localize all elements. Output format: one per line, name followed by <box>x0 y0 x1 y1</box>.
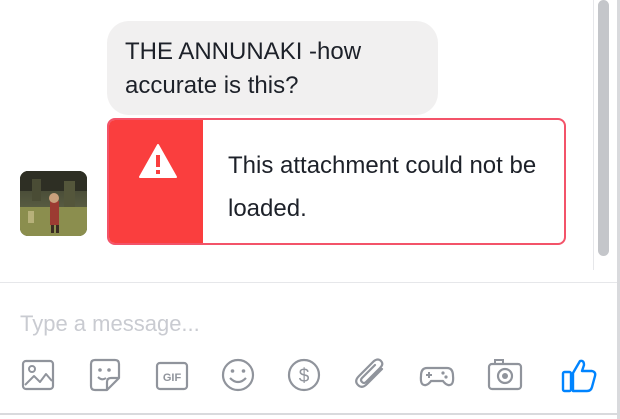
photo-icon[interactable] <box>20 356 58 394</box>
gif-icon[interactable]: GIF <box>153 356 191 394</box>
composer-separator <box>0 282 617 283</box>
message-text: THE ANNUNAKI -how accurate is this? <box>125 38 362 99</box>
composer-toolbar: GIF $ <box>0 350 620 410</box>
message-bubble[interactable]: THE ANNUNAKI -how accurate is this? <box>107 21 438 115</box>
camera-icon[interactable] <box>486 356 524 394</box>
avatar[interactable] <box>20 171 87 236</box>
attachment-error-text: This attachment could not be loaded. <box>228 152 537 222</box>
sticker-icon[interactable] <box>86 356 124 394</box>
game-icon[interactable] <box>418 356 456 394</box>
error-icon-panel <box>109 120 203 243</box>
scrollbar-thumb[interactable] <box>598 0 609 256</box>
gif-icon-label: GIF <box>163 372 182 384</box>
chat-window: THE ANNUNAKI -how accurate is this? This… <box>0 0 620 419</box>
attachment-error-card[interactable]: This attachment could not be loaded. <box>107 118 566 245</box>
payment-icon-label: $ <box>299 366 310 387</box>
attachment-icon[interactable] <box>352 356 390 394</box>
warning-icon <box>139 144 177 178</box>
window-bottom-border <box>0 413 620 415</box>
message-input[interactable] <box>20 309 580 339</box>
payment-icon[interactable]: $ <box>285 356 323 394</box>
emoji-icon[interactable] <box>219 356 257 394</box>
like-icon[interactable] <box>560 356 598 394</box>
